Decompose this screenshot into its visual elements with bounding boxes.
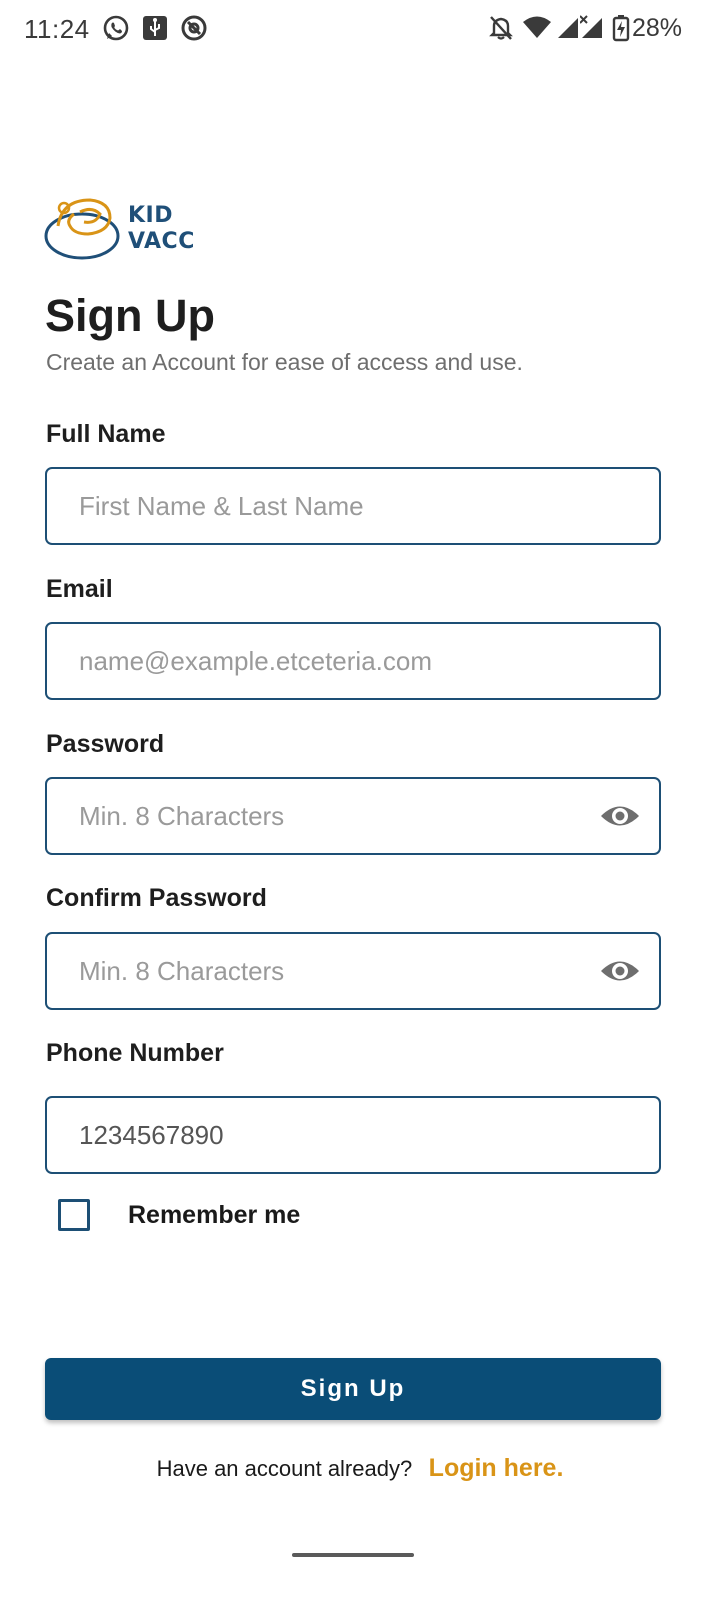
confirm-password-field[interactable] (45, 932, 661, 1010)
login-link[interactable]: Login here. (429, 1454, 564, 1482)
page-subtitle: Create an Account for ease of access and… (46, 349, 523, 375)
full-name-field[interactable] (45, 467, 661, 545)
eye-icon[interactable] (599, 954, 641, 988)
signal-icon (556, 14, 580, 47)
wifi-icon (522, 14, 552, 47)
phone-field[interactable] (45, 1096, 661, 1174)
status-bar: 11:24 28% (0, 0, 720, 58)
confirm-password-input[interactable] (79, 934, 579, 1008)
remember-me-row[interactable]: Remember me (56, 1197, 456, 1237)
remember-me-checkbox[interactable] (58, 1199, 90, 1231)
battery-charging-icon (612, 14, 630, 47)
login-question: Have an account already? (156, 1456, 413, 1481)
login-prompt: Have an account already? Login here. (0, 1454, 720, 1483)
usb-icon (141, 14, 169, 47)
remember-me-label: Remember me (128, 1201, 301, 1229)
email-input[interactable] (79, 624, 579, 698)
full-name-input[interactable] (79, 469, 579, 543)
password-input[interactable] (79, 779, 579, 853)
full-name-label: Full Name (46, 420, 166, 448)
email-field[interactable] (45, 622, 661, 700)
signup-button[interactable]: Sign Up (45, 1358, 661, 1420)
home-indicator[interactable] (292, 1553, 414, 1557)
battery-percent: 28% (631, 14, 682, 42)
logo-mark-icon (44, 198, 120, 260)
signal-x-icon (579, 14, 604, 47)
whatsapp-icon (102, 14, 130, 47)
eye-icon[interactable] (599, 799, 641, 833)
phone-label: Phone Number (46, 1039, 224, 1067)
bell-off-icon (488, 14, 514, 47)
phone-input[interactable] (79, 1098, 579, 1172)
app-logo: KID VACC (44, 192, 204, 264)
at-sign-icon (180, 14, 208, 47)
status-time: 11:24 (24, 14, 90, 44)
email-label: Email (46, 575, 113, 603)
logo-text-line2: VACC (128, 229, 195, 254)
password-label: Password (46, 730, 165, 758)
password-field[interactable] (45, 777, 661, 855)
logo-text-line1: KID (128, 203, 173, 228)
confirm-password-label: Confirm Password (46, 884, 267, 912)
page-title: Sign Up (45, 290, 215, 341)
